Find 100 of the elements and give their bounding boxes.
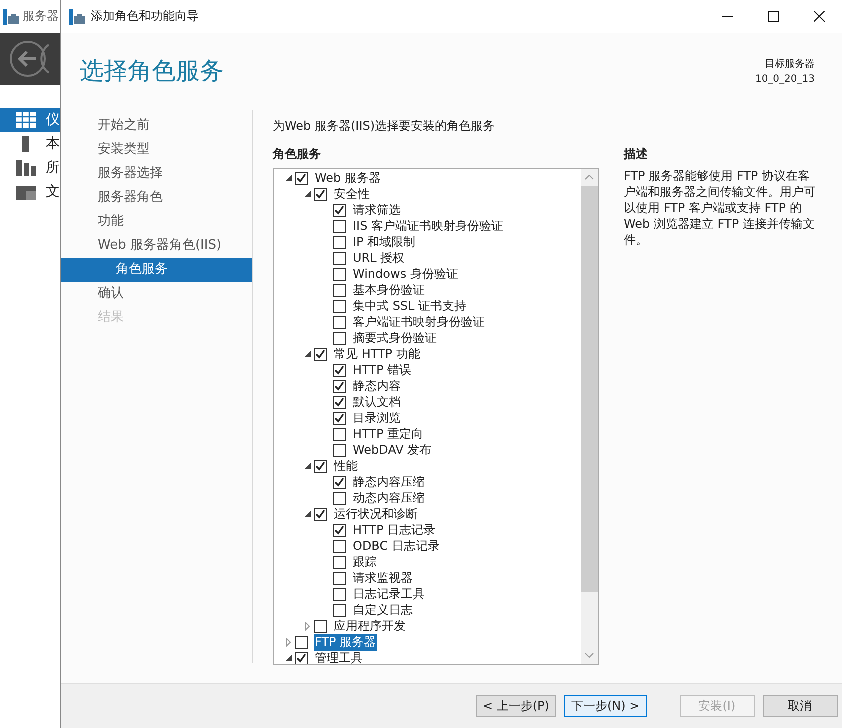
checkbox[interactable] [333,364,346,376]
tree-item-label[interactable]: HTTP 错误 [352,362,413,378]
checkbox[interactable] [333,476,346,488]
checkbox[interactable] [333,556,346,568]
tree-item-label[interactable]: IIS 客户端证书映射身份验证 [352,218,505,234]
wizard-button[interactable]: 下一步(N) > [564,695,647,717]
checkbox[interactable] [333,332,346,344]
tree-item-label[interactable]: 跟踪 [352,554,378,570]
checkbox[interactable] [333,204,346,216]
tree-item-label[interactable]: 基本身份验证 [352,282,426,298]
tree-item-label[interactable]: 请求监视器 [352,570,414,586]
checkbox[interactable] [333,492,346,504]
checkbox[interactable] [333,300,346,312]
checkbox[interactable] [333,428,346,440]
tree-item-label[interactable]: 静态内容压缩 [352,474,426,490]
checkbox[interactable] [295,652,308,664]
tree-item-label[interactable]: 客户端证书映射身份验证 [352,314,486,330]
maximize-icon[interactable] [768,11,778,22]
description-text: FTP 服务器能够使用 FTP 协议在客户端和服务器之间传输文件。用户可以使用 FTP 客户端或支持 FTP 的 Web 浏览器建立 FTP 连接并传输文件。 [624,168,817,248]
scrollbar[interactable] [581,169,598,664]
tree-item-label[interactable]: Web 服务器 [314,170,382,186]
sidebar-item[interactable]: 本 [0,132,60,156]
checkbox[interactable] [314,620,327,632]
checkbox[interactable] [333,604,346,616]
checkbox[interactable] [333,284,346,296]
checkbox[interactable] [333,380,346,392]
wizard-step[interactable]: 安装类型 [61,138,252,162]
checkbox[interactable] [333,588,346,600]
tree-item-label[interactable]: FTP 服务器 [314,634,378,650]
tree-item-label[interactable]: 请求筛选 [352,202,402,218]
nav-icon [16,112,36,128]
checkbox[interactable] [333,444,346,456]
wizard-step[interactable]: 确认 [61,282,252,306]
wizard-button[interactable]: 取消 [762,695,838,717]
tree-item-label[interactable]: 动态内容压缩 [352,490,426,506]
checkbox[interactable] [333,540,346,552]
target-server-label: 目标服务器 [764,58,815,72]
checkbox[interactable] [333,236,346,248]
wizard-icon [69,8,85,24]
tree-item-label[interactable]: 日志记录工具 [352,586,426,602]
close-icon[interactable] [814,11,824,22]
expanded-arrow-icon[interactable] [304,191,310,197]
checkbox[interactable] [295,636,308,648]
tree-item-label[interactable]: IP 和域限制 [352,234,417,250]
wizard-button[interactable]: < 上一步(P) [476,695,556,717]
tree-item-label[interactable]: 默认文档 [352,394,402,410]
tree-item-label[interactable]: URL 授权 [352,250,406,266]
section-heading: 角色服务 [273,146,322,163]
expanded-arrow-icon[interactable] [304,463,310,469]
expanded-arrow-icon[interactable] [304,351,310,357]
window-title: 添加角色和功能向导 [91,8,200,25]
sidebar-item[interactable]: 文 [0,180,60,204]
collapsed-arrow-icon[interactable] [305,622,310,630]
tree-item-label[interactable]: 常见 HTTP 功能 [333,346,422,362]
wizard-step[interactable]: 开始之前 [61,114,252,138]
target-server-name: 10_0_20_13 [755,73,815,87]
tree-item-label[interactable]: 运行状况和诊断 [333,506,419,522]
expanded-arrow-icon[interactable] [286,175,292,181]
tree-item-label[interactable]: 安全性 [333,186,371,202]
tree-item-label[interactable]: 目录浏览 [352,410,402,426]
checkbox[interactable] [333,268,346,280]
instruction-text: 为Web 服务器(IIS)选择要安装的角色服务 [273,118,496,135]
checkbox[interactable] [314,348,327,360]
tree-item-label[interactable]: 自定义日志 [352,602,414,618]
expanded-arrow-icon[interactable] [286,655,292,661]
wizard-step[interactable]: 角色服务 [61,258,252,282]
wizard-step[interactable]: 功能 [61,210,252,234]
checkbox[interactable] [314,460,327,472]
description-heading: 描述 [624,146,649,163]
checkbox[interactable] [333,572,346,584]
tree-item-label[interactable]: 管理工具 [314,650,364,664]
tree-item-label[interactable]: 摘要式身份验证 [352,330,438,346]
tree-item-label[interactable]: HTTP 日志记录 [352,522,437,538]
checkbox[interactable] [333,412,346,424]
tree-item-label[interactable]: ODBC 日志记录 [352,538,441,554]
page-heading: 选择角色服务 [80,56,224,87]
sidebar-item[interactable]: 仪 [0,108,60,132]
expanded-arrow-icon[interactable] [304,511,310,517]
collapsed-arrow-icon[interactable] [286,638,291,646]
scroll-thumb[interactable] [581,186,598,592]
tree-item-label[interactable]: WebDAV 发布 [352,442,433,458]
tree-item-label[interactable]: HTTP 重定向 [352,426,425,442]
checkbox[interactable] [314,508,327,520]
checkbox[interactable] [295,172,308,184]
checkbox[interactable] [333,396,346,408]
sidebar-item[interactable]: 所 [0,156,60,180]
checkbox[interactable] [333,316,346,328]
tree-item-label[interactable]: 静态内容 [352,378,402,394]
checkbox[interactable] [333,524,346,536]
minimize-icon[interactable] [722,16,732,17]
tree-item-label[interactable]: 应用程序开发 [333,618,407,634]
wizard-step[interactable]: 服务器选择 [61,162,252,186]
tree-item-label[interactable]: 集中式 SSL 证书支持 [352,298,468,314]
wizard-step[interactable]: 服务器角色 [61,186,252,210]
checkbox[interactable] [333,252,346,264]
checkbox[interactable] [333,220,346,232]
tree-item-label[interactable]: 性能 [333,458,359,474]
wizard-step[interactable]: Web 服务器角色(IIS) [61,234,252,258]
tree-item-label[interactable]: Windows 身份验证 [352,266,460,282]
checkbox[interactable] [314,188,327,200]
